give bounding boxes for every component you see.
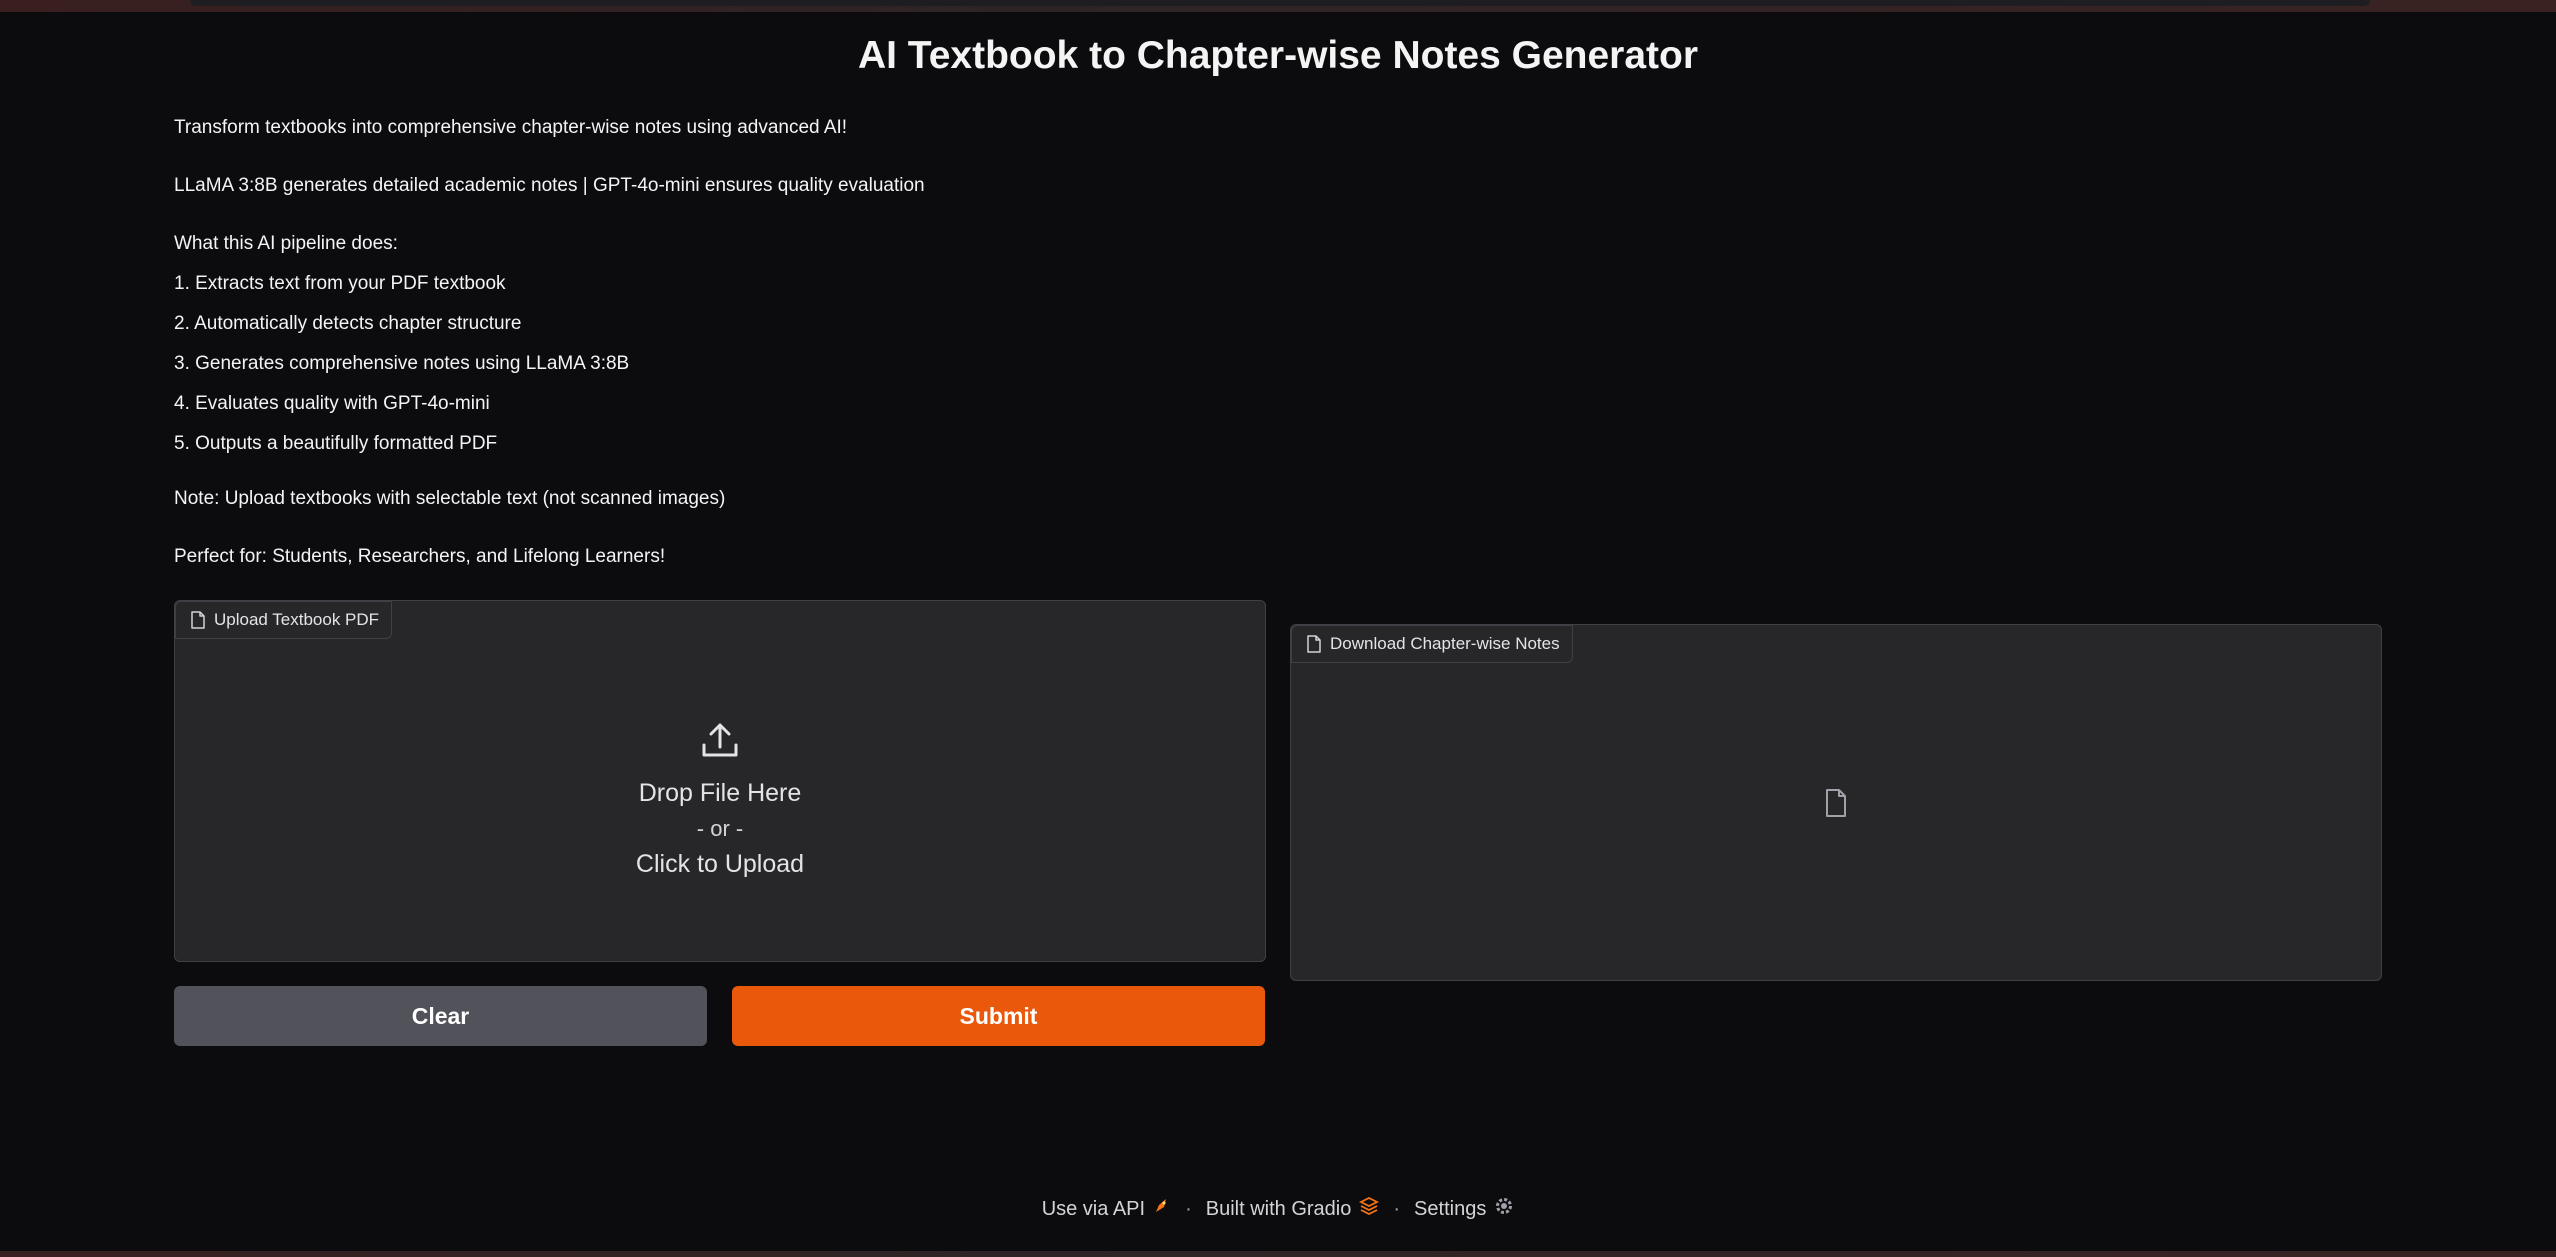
file-drop-zone[interactable]: Drop File Here - or - Click to Upload — [175, 637, 1265, 961]
or-text: - or - — [696, 815, 744, 841]
pipeline-step: 5. Outputs a beautifully formatted PDF — [174, 433, 498, 454]
drop-file-text: Drop File Here — [638, 778, 802, 807]
pipeline-step: 2. Automatically detects chapter structu… — [174, 313, 522, 334]
footer-separator: · — [1393, 1197, 1401, 1220]
submit-button[interactable]: Submit — [732, 986, 1265, 1046]
description-note: Note: Upload textbooks with selectable t… — [174, 488, 726, 509]
browser-top-bar — [0, 0, 2556, 12]
pipeline-heading: What this AI pipeline does: — [174, 233, 398, 254]
upload-label-text: Upload Textbook PDF — [214, 610, 380, 629]
rocket-icon — [1153, 1197, 1171, 1221]
click-to-upload-text: Click to Upload — [635, 849, 805, 878]
file-icon — [1306, 635, 1322, 653]
built-with-gradio-link[interactable]: Built with Gradio — [1205, 1196, 1380, 1221]
download-panel: Download Chapter-wise Notes — [1290, 624, 2382, 981]
browser-bottom-bar — [0, 1251, 2556, 1257]
upload-panel: Upload Textbook PDF Drop File Here - or … — [174, 600, 1266, 962]
pipeline-step: 1. Extracts text from your PDF textbook — [174, 273, 506, 294]
footer: Use via API · Built with Gradio · Settin… — [0, 1196, 2556, 1222]
page-title: AI Textbook to Chapter-wise Notes Genera… — [857, 34, 1699, 77]
top-bar-inner — [190, 0, 2370, 6]
built-with-gradio-label: Built with Gradio — [1205, 1197, 1352, 1220]
download-label-text: Download Chapter-wise Notes — [1330, 634, 1560, 653]
clear-button[interactable]: Clear — [174, 986, 707, 1046]
empty-file-icon — [1824, 788, 1848, 823]
upload-label: Upload Textbook PDF — [175, 601, 393, 639]
description-models: LLaMA 3:8B generates detailed academic n… — [174, 175, 925, 196]
use-via-api-link[interactable]: Use via API — [1042, 1197, 1171, 1221]
download-label: Download Chapter-wise Notes — [1291, 625, 1573, 663]
pipeline-step: 4. Evaluates quality with GPT-4o-mini — [174, 393, 490, 414]
description-intro: Transform textbooks into comprehensive c… — [174, 117, 848, 138]
footer-separator: · — [1185, 1197, 1192, 1220]
description-audience: Perfect for: Students, Researchers, and … — [174, 546, 666, 567]
settings-label: Settings — [1414, 1197, 1487, 1220]
use-via-api-label: Use via API — [1041, 1197, 1146, 1220]
settings-link[interactable]: Settings — [1414, 1196, 1514, 1222]
upload-icon — [700, 720, 740, 765]
gradio-logo-icon — [1359, 1196, 1380, 1221]
file-icon — [190, 611, 206, 629]
gear-icon — [1494, 1196, 1514, 1222]
pipeline-step: 3. Generates comprehensive notes using L… — [174, 353, 630, 374]
